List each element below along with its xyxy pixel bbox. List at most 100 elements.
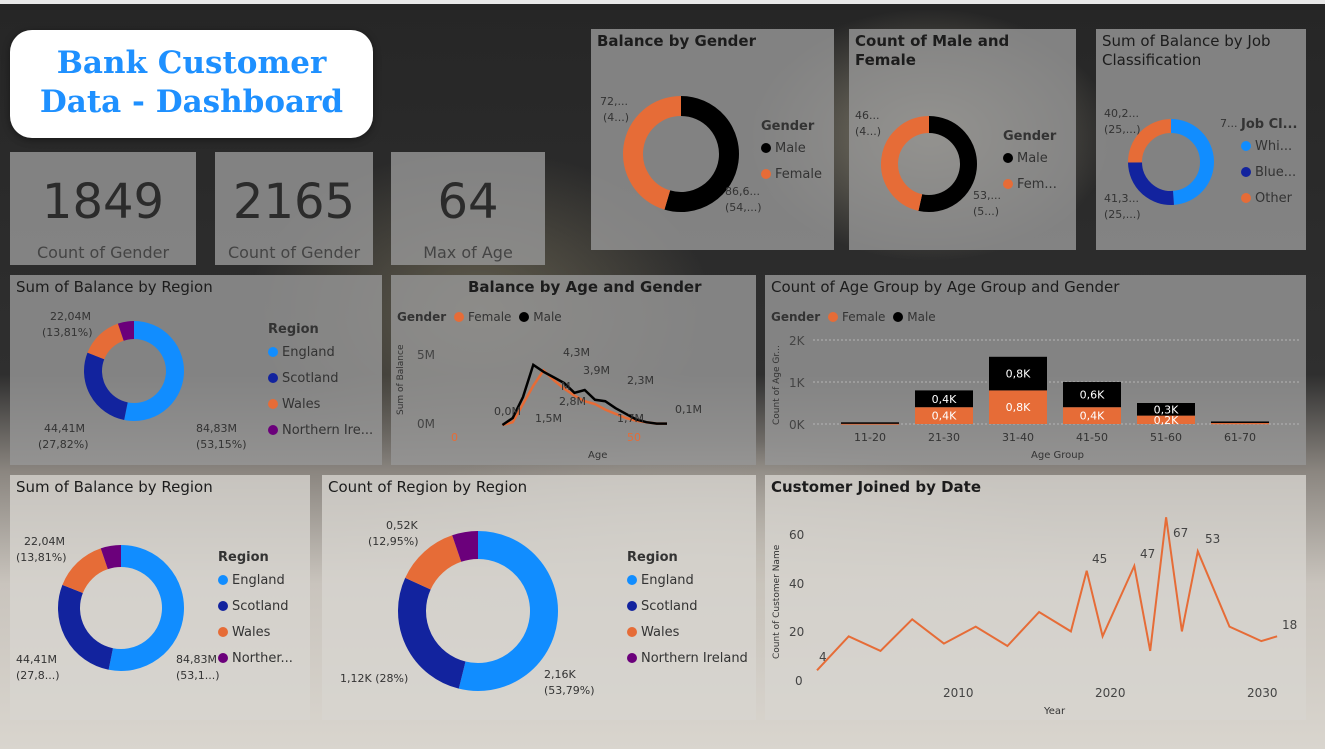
legend-label: Scotland [282, 371, 339, 386]
england-pct-label: (53,15%) [196, 438, 247, 451]
balance-age-gender-card[interactable]: Balance by Age and Gender Gender Female … [391, 275, 756, 465]
legend-item-england[interactable]: England [218, 573, 285, 588]
legend-item-scotland[interactable]: Scotland [627, 599, 698, 614]
legend-label: Scotland [641, 599, 698, 614]
balance-by-gender-card[interactable]: Balance by Gender 72,... (4...) 86,6... … [591, 29, 834, 250]
kpi-card-2[interactable]: 2165 Count of Gender [215, 152, 373, 265]
donut-slice-blue-collar [1128, 161, 1174, 205]
y-axis-label: Count of Age Gr... [772, 345, 782, 425]
legend-item-northern-ireland[interactable]: Norther... [218, 651, 293, 666]
y-tick-20: 20 [789, 625, 804, 639]
legend-label: Male [775, 141, 806, 156]
dot-icon [268, 347, 278, 357]
kpi-value: 64 [437, 174, 499, 230]
x-tick-2020: 2020 [1095, 686, 1126, 700]
female-pct-label: (4...) [855, 125, 882, 138]
dot-icon [627, 601, 637, 611]
count-gender-donut [881, 116, 977, 212]
y-tick-0k: 0K [789, 418, 806, 432]
donut-slices [623, 96, 739, 212]
wales-pct-label: (13,81%) [42, 326, 93, 339]
age-group-bar-chart: Count of Age Gr... 2K 1K 0K Age Group 11… [772, 334, 1300, 461]
legend-item-other[interactable]: Other [1241, 191, 1292, 206]
balance-by-region-card-1[interactable]: Sum of Balance by Region 22,04M (13,81%)… [10, 275, 382, 465]
legend-label: Blue... [1255, 165, 1297, 180]
legend-item-scotland[interactable]: Scotland [218, 599, 289, 614]
legend-label: Wales [641, 625, 680, 640]
legend-label: England [282, 345, 335, 360]
annotation: 2,8M [559, 395, 586, 408]
bar-value-label: 0,8K [1006, 368, 1031, 381]
y-tick-1k: 1K [789, 376, 806, 390]
region-count-donut [398, 531, 558, 691]
x-tick-61-70: 61-70 [1224, 431, 1256, 444]
age-gender-line-chart: Sum of Balance 5M 0M 0 50 Age 4,3M 3,9M … [396, 344, 702, 461]
legend-item-england[interactable]: England [627, 573, 694, 588]
donut-slice-england [458, 531, 558, 691]
donut-slice-scotland [58, 584, 114, 670]
legend-item-northern-ireland[interactable]: Northern Ireland [627, 651, 748, 666]
donut-slices [84, 321, 184, 421]
legend-label: Female [775, 167, 823, 182]
x-tick-11-20: 11-20 [854, 431, 886, 444]
job-classification-card[interactable]: Sum of Balance by Job Classification 40,… [1096, 29, 1306, 250]
legend-item-england[interactable]: England [268, 345, 335, 360]
legend-item-male[interactable]: Male [761, 141, 806, 156]
wales-value-label: 22,04M [50, 310, 91, 323]
england-value-label: 84,83M [196, 422, 237, 435]
x-axis-label: Age Group [1031, 450, 1084, 461]
region1-donut [84, 321, 184, 421]
wales-pct-label: (12,95%) [368, 535, 419, 548]
title-line-2: Data - Dashboard [39, 84, 344, 120]
donut-slices [1128, 119, 1214, 205]
legend-title: Job Cl... [1241, 117, 1298, 132]
legend-label: Scotland [232, 599, 289, 614]
blue-pct-label: (25,...) [1104, 208, 1141, 221]
donut-slice-northern-ireland [100, 545, 122, 570]
balance-by-region-card-2[interactable]: Sum of Balance by Region 22,04M (13,81%)… [10, 475, 310, 720]
legend-label: Wales [232, 625, 271, 640]
female-value-label: 46... [855, 109, 880, 122]
card-title: Count of Male and Female [855, 32, 1010, 69]
kpi-card-3[interactable]: 64 Max of Age [391, 152, 545, 265]
donut-slice-england [108, 545, 184, 671]
peak-label: 4 [819, 650, 827, 664]
legend-item-female[interactable]: Female [761, 167, 822, 182]
donut-slice-male [918, 116, 977, 212]
legend-title: Gender [1003, 129, 1057, 144]
dot-icon [761, 143, 771, 153]
legend-label: England [232, 573, 285, 588]
legend-item-blue-collar[interactable]: Blue... [1241, 165, 1296, 180]
x-tick-21-30: 21-30 [928, 431, 960, 444]
y-axis-label: Sum of Balance [396, 344, 406, 415]
donut-slice-scotland [84, 352, 129, 421]
customer-joined-card[interactable]: Customer Joined by Date Count of Custome… [765, 475, 1306, 720]
card-title: Sum of Balance by Region [16, 478, 213, 496]
count-male-female-card[interactable]: Count of Male and Female 46... (4...) 53… [849, 29, 1076, 250]
wales-value-label: 22,04M [24, 535, 65, 548]
y-tick-60: 60 [789, 528, 804, 542]
legend-item-male[interactable]: Male [1003, 151, 1048, 166]
region-count-card[interactable]: Count of Region by Region 0,52K (12,95%)… [322, 475, 756, 720]
legend-item-wales[interactable]: Wales [268, 397, 320, 412]
y-tick-40: 40 [789, 577, 804, 591]
kpi-card-1[interactable]: 1849 Count of Gender [10, 152, 196, 265]
dot-icon [761, 169, 771, 179]
legend-item-female[interactable]: Fem... [1003, 177, 1057, 192]
female-pct-label: (4...) [603, 111, 630, 124]
scotland-pct-label: (27,82%) [38, 438, 89, 451]
legend-item-wales[interactable]: Wales [218, 625, 270, 640]
x-tick-2010: 2010 [943, 686, 974, 700]
x-tick-31-40: 31-40 [1002, 431, 1034, 444]
x-axis-label: Year [1043, 706, 1066, 717]
age-group-card[interactable]: Count of Age Group by Age Group and Gend… [765, 275, 1306, 465]
legend-item-wales[interactable]: Wales [627, 625, 679, 640]
bar-value-label: 0,6K [1080, 389, 1105, 402]
card-title: Sum of Balance by Region [16, 278, 213, 296]
legend-item-white-collar[interactable]: Whi... [1241, 139, 1292, 154]
legend-item-scotland[interactable]: Scotland [268, 371, 339, 386]
kpi-value: 1849 [41, 174, 165, 230]
x-tick-51-60: 51-60 [1150, 431, 1182, 444]
x-tick-50: 50 [627, 431, 641, 444]
legend-item-northern-ireland[interactable]: Northern Ire... [268, 423, 373, 438]
